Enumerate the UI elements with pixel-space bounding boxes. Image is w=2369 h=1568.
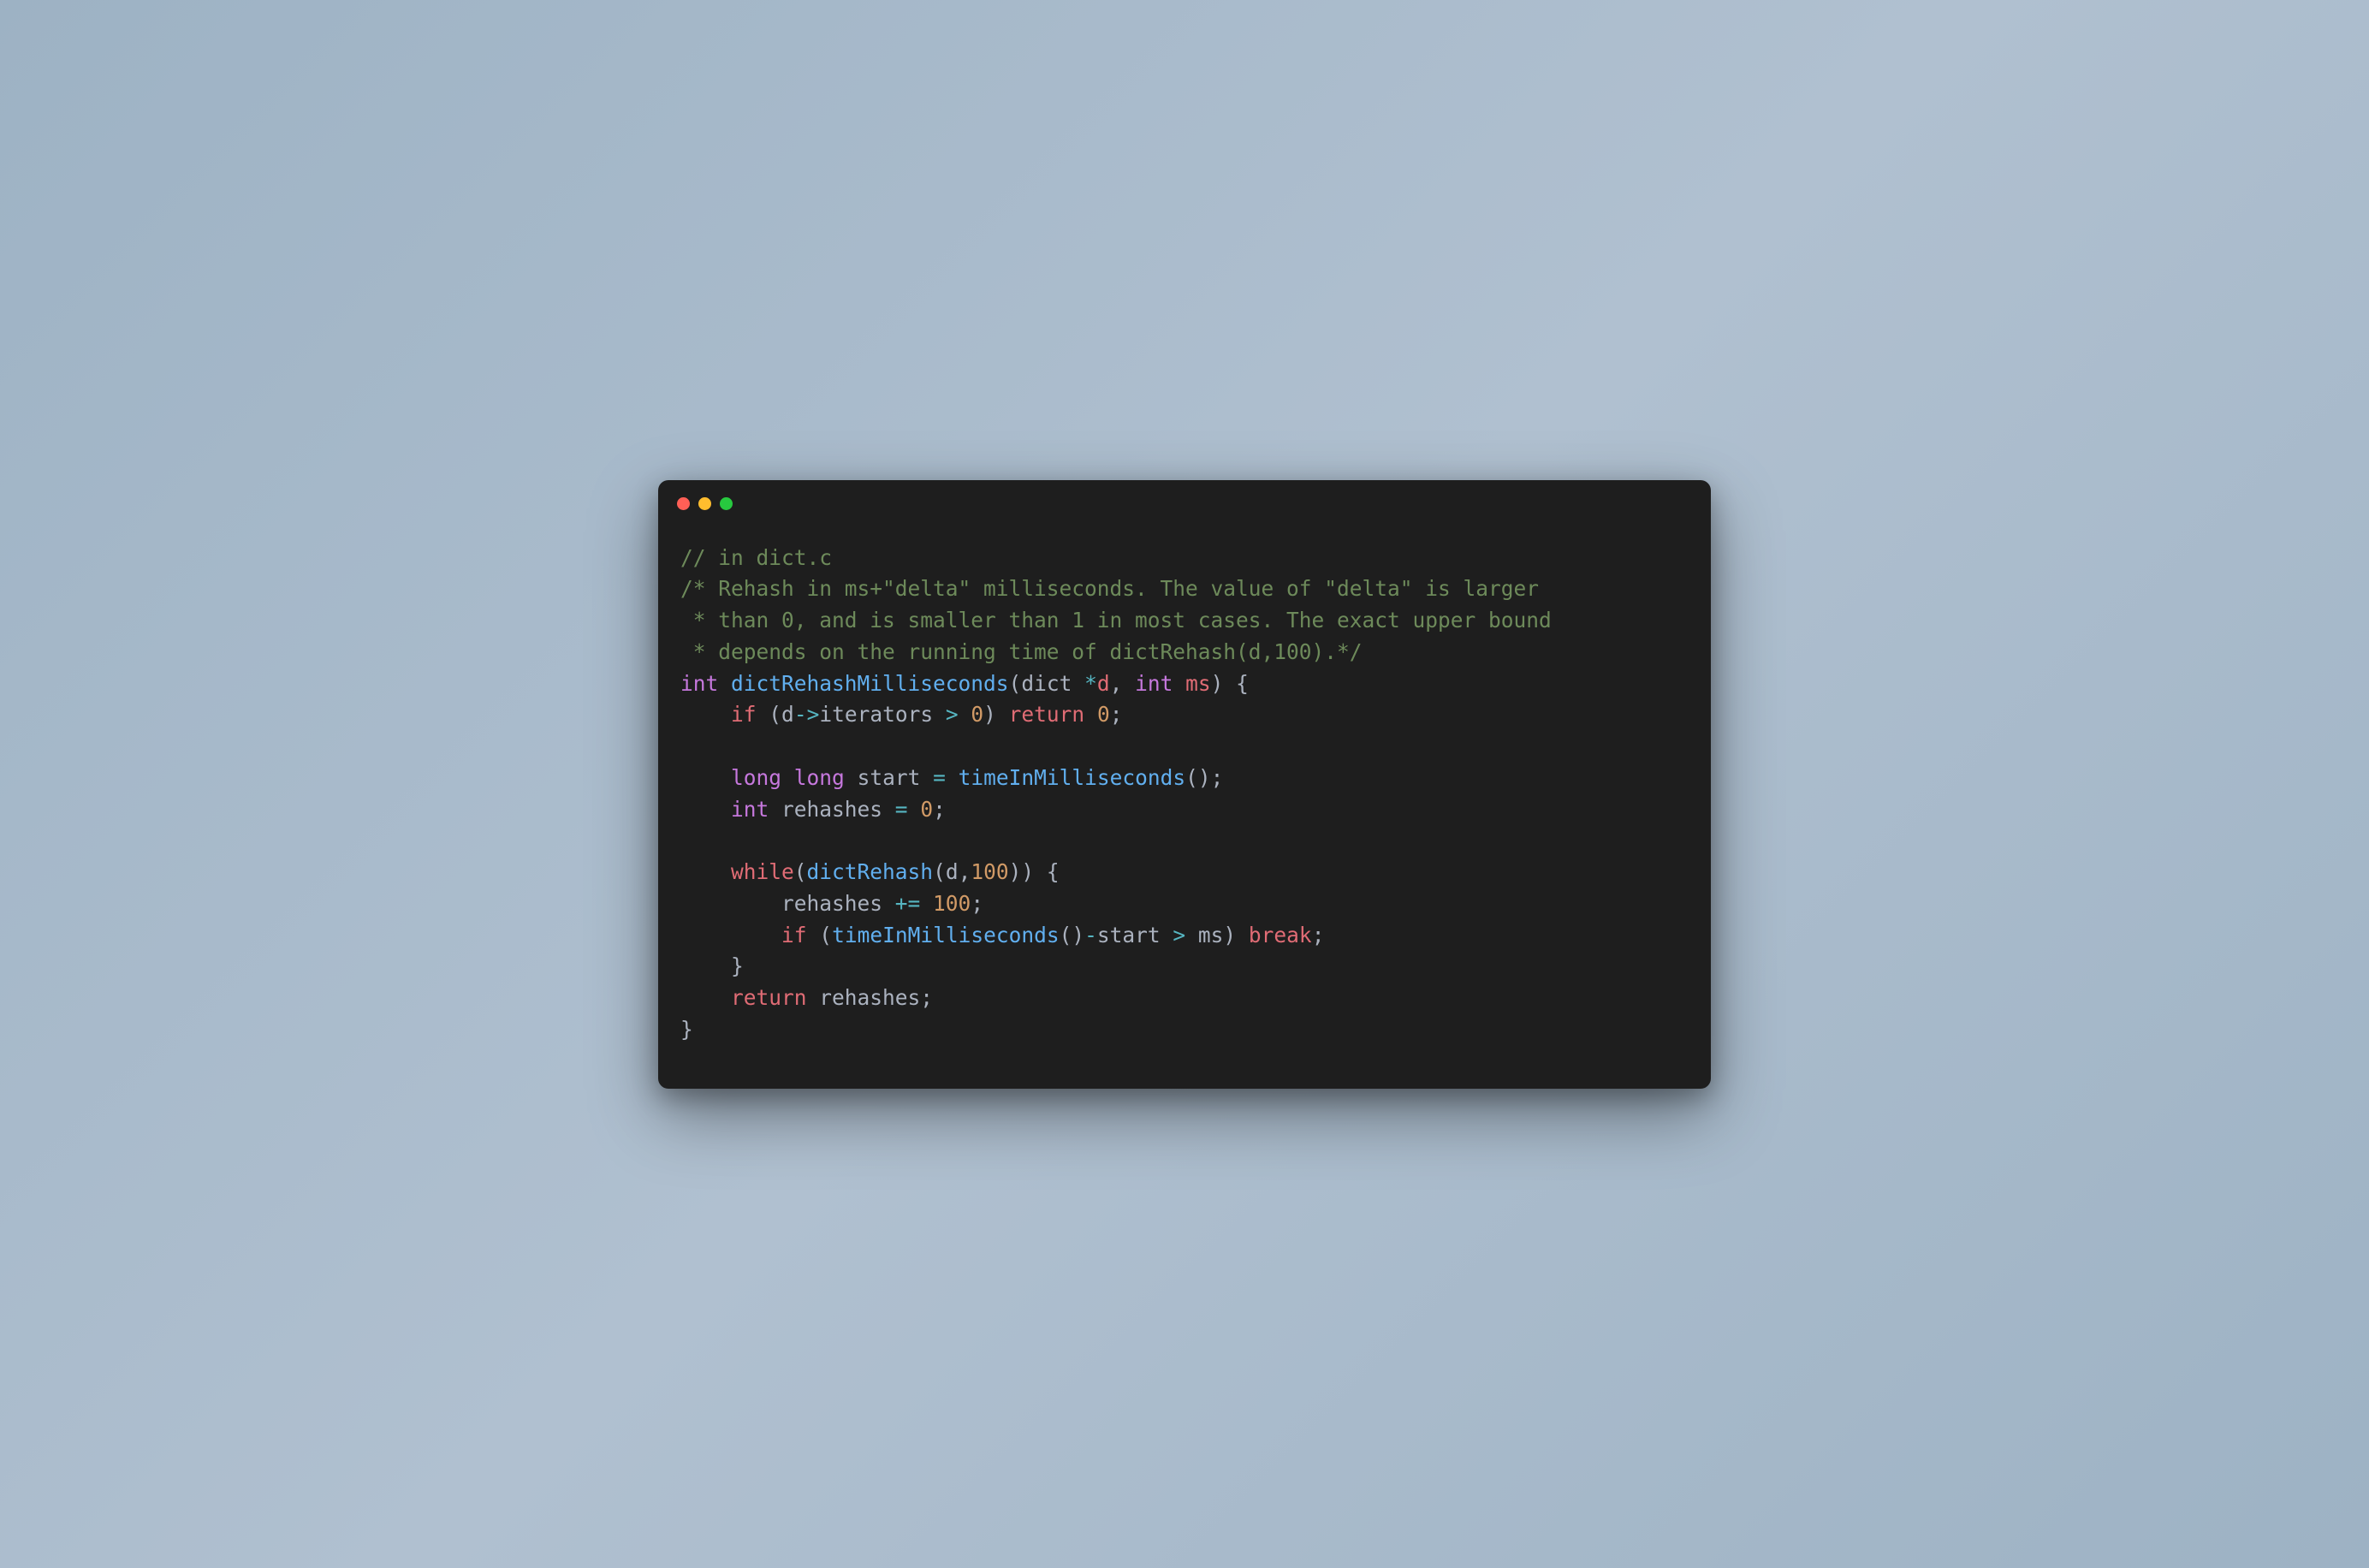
code-token: = — [895, 797, 908, 822]
window-titlebar — [658, 480, 1711, 510]
code-token: int — [731, 797, 769, 822]
code-token: dictRehashMilliseconds — [731, 671, 1009, 696]
code-token: > — [1173, 923, 1185, 947]
code-content[interactable]: // in dict.c /* Rehash in ms+"delta" mill… — [658, 510, 1711, 1089]
code-token: ( — [794, 859, 807, 884]
code-token: ) — [983, 702, 1009, 727]
code-token: ; — [933, 797, 946, 822]
code-line: int dictRehashMilliseconds(dict *d, int … — [680, 668, 1689, 700]
code-line — [680, 731, 1689, 763]
code-token: long — [794, 765, 845, 790]
code-token: (); — [1185, 765, 1223, 790]
code-token: = — [933, 765, 946, 790]
code-token: } — [680, 953, 744, 978]
code-token: dict — [1021, 671, 1084, 696]
code-token — [807, 923, 820, 947]
code-token: (d, — [933, 859, 971, 884]
code-token: * depends on the running time of dictReh… — [680, 639, 1363, 664]
code-line: // in dict.c — [680, 543, 1689, 574]
code-token: return — [731, 985, 807, 1010]
code-line: rehashes += 100; — [680, 888, 1689, 920]
code-line — [680, 825, 1689, 857]
code-token: ; — [1110, 702, 1123, 727]
code-token — [1084, 702, 1097, 727]
code-line: } — [680, 951, 1689, 983]
code-line: int rehashes = 0; — [680, 794, 1689, 826]
code-token — [959, 702, 971, 727]
code-token: break — [1249, 923, 1312, 947]
code-token: ms — [1185, 671, 1211, 696]
code-token: if — [781, 923, 807, 947]
minimize-icon[interactable] — [698, 497, 711, 510]
code-line: if (d->iterators > 0) return 0; — [680, 699, 1689, 731]
code-token: ms — [1185, 923, 1223, 947]
code-token: start — [1097, 923, 1173, 947]
code-token: 100 — [971, 859, 1008, 884]
code-line: long long start = timeInMilliseconds(); — [680, 763, 1689, 794]
code-token — [680, 985, 731, 1010]
code-token: long — [731, 765, 781, 790]
code-token: int — [1135, 671, 1173, 696]
code-token — [680, 859, 731, 884]
code-token: * than 0, and is smaller than 1 in most … — [680, 608, 1552, 633]
code-token: ( — [1009, 671, 1022, 696]
code-window: // in dict.c /* Rehash in ms+"delta" mill… — [658, 480, 1711, 1089]
code-token — [781, 765, 794, 790]
code-token: - — [1084, 923, 1097, 947]
code-token: return — [1009, 702, 1085, 727]
code-token: iterators — [819, 702, 946, 727]
code-token — [757, 702, 769, 727]
code-token: d — [1097, 671, 1110, 696]
code-token: start — [845, 765, 933, 790]
close-icon[interactable] — [677, 497, 690, 510]
code-token — [680, 923, 781, 947]
code-token: ; — [920, 985, 933, 1010]
code-token: () — [1060, 923, 1085, 947]
code-token: /* Rehash in ms+"delta" milliseconds. Th… — [680, 576, 1539, 601]
code-token: ( — [819, 923, 832, 947]
code-token: += — [895, 891, 921, 916]
code-line: while(dictRehash(d,100)) { — [680, 857, 1689, 888]
code-token: )) { — [1009, 859, 1060, 884]
code-line: /* Rehash in ms+"delta" milliseconds. Th… — [680, 573, 1689, 605]
code-token: > — [946, 702, 959, 727]
code-token — [680, 765, 731, 790]
code-token — [908, 797, 921, 822]
code-token: 0 — [920, 797, 933, 822]
code-token: rehashes — [807, 985, 921, 1010]
code-token: timeInMilliseconds — [832, 923, 1060, 947]
code-token — [718, 671, 731, 696]
code-token: ; — [971, 891, 983, 916]
code-token: , — [1110, 671, 1136, 696]
code-line: * depends on the running time of dictReh… — [680, 637, 1689, 668]
code-token — [680, 797, 731, 822]
code-token: timeInMilliseconds — [959, 765, 1186, 790]
code-token: // in dict.c — [680, 545, 832, 570]
code-token — [1173, 671, 1185, 696]
code-token: 100 — [933, 891, 971, 916]
code-token — [680, 702, 731, 727]
code-token: int — [680, 671, 718, 696]
code-token: if — [731, 702, 757, 727]
code-token: rehashes — [680, 891, 895, 916]
code-line: return rehashes; — [680, 983, 1689, 1014]
code-token: dictRehash — [807, 859, 934, 884]
code-token: 0 — [971, 702, 983, 727]
code-line: if (timeInMilliseconds()-start > ms) bre… — [680, 920, 1689, 952]
code-line: * than 0, and is smaller than 1 in most … — [680, 605, 1689, 637]
code-token: ) — [1223, 923, 1249, 947]
code-token: ) { — [1211, 671, 1249, 696]
maximize-icon[interactable] — [720, 497, 733, 510]
code-token — [946, 765, 959, 790]
code-token: 0 — [1097, 702, 1110, 727]
code-token: while — [731, 859, 794, 884]
code-line: } — [680, 1014, 1689, 1046]
code-token: (d — [769, 702, 794, 727]
code-token — [920, 891, 933, 916]
code-token: } — [680, 1017, 693, 1042]
code-token: * — [1084, 671, 1097, 696]
code-token: rehashes — [769, 797, 895, 822]
code-token: -> — [794, 702, 820, 727]
code-token: ; — [1312, 923, 1325, 947]
